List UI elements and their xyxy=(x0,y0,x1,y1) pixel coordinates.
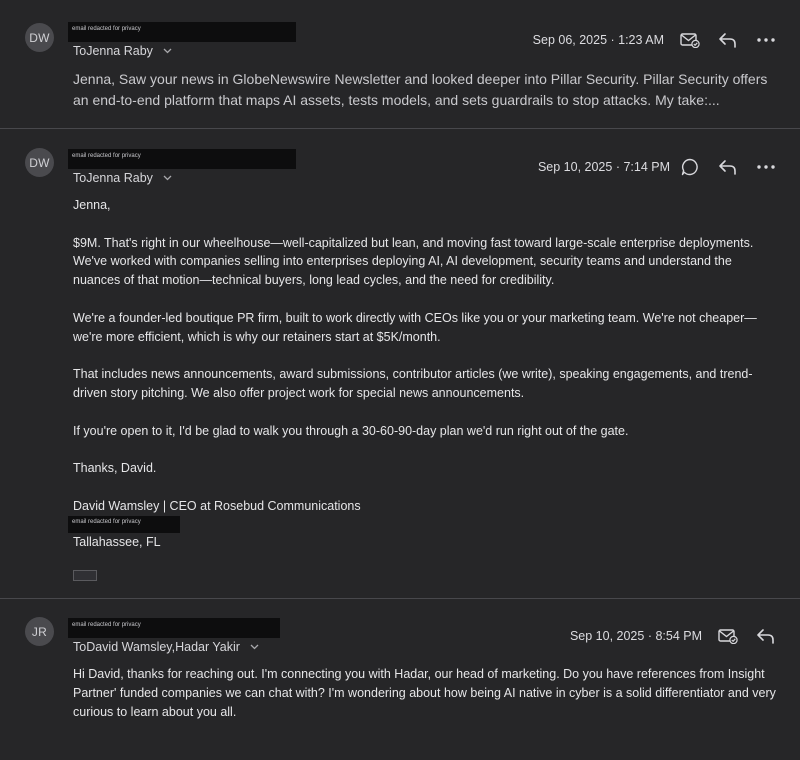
redacted-email: email redacted for privacy xyxy=(68,618,280,638)
body-paragraph: Jenna, xyxy=(73,198,111,212)
to-names: Jenna Raby xyxy=(86,171,153,185)
recipients[interactable]: ToJenna Raby xyxy=(73,44,172,58)
comment-icon[interactable] xyxy=(678,155,702,179)
message-preview[interactable]: Jenna, Saw your news in GlobeNewswire Ne… xyxy=(73,69,785,111)
signature-redacted-email: email redacted for privacy xyxy=(68,516,180,533)
reply-icon[interactable] xyxy=(716,28,740,52)
message-expanded: JR email redacted for privacy ToDavid Wa… xyxy=(0,599,800,760)
recipients[interactable]: ToJenna Raby xyxy=(73,171,172,185)
reply-icon[interactable] xyxy=(716,155,740,179)
message-meta: Sep 06, 2025 · 1:23 AM xyxy=(533,28,778,52)
to-label: To xyxy=(73,171,87,185)
message-collapsed[interactable]: DW email redacted for privacy ToJenna Ra… xyxy=(0,0,800,128)
message-meta: Sep 10, 2025 · 7:14 PM xyxy=(538,155,778,179)
to-label: To xyxy=(73,640,87,654)
mail-check-icon[interactable] xyxy=(678,28,702,52)
body-paragraph: That includes news announcements, award … xyxy=(73,367,753,400)
message-body: Jenna, $9M. That's right in our wheelhou… xyxy=(73,196,782,534)
body-paragraph: If you're open to it, I'd be glad to wal… xyxy=(73,423,629,438)
attachment-placeholder[interactable] xyxy=(73,570,97,581)
body-paragraph: Hi David, thanks for reaching out. I'm c… xyxy=(73,667,776,719)
body-paragraph: Thanks, David. xyxy=(73,461,157,476)
recipients[interactable]: ToDavid Wamsley,Hadar Yakir xyxy=(73,640,259,654)
message-expanded: DW email redacted for privacy ToJenna Ra… xyxy=(0,129,800,598)
more-icon[interactable] xyxy=(754,28,778,52)
body-paragraph: We're a founder-led boutique PR firm, bu… xyxy=(73,310,757,344)
signature-location: Tallahassee, FL xyxy=(73,535,161,549)
redacted-email: email redacted for privacy xyxy=(68,149,296,169)
chevron-down-icon[interactable] xyxy=(250,642,259,652)
avatar: DW xyxy=(25,148,54,177)
message-date: Sep 10, 2025 · 8:54 PM xyxy=(569,629,702,643)
avatar: JR xyxy=(25,617,54,646)
message-meta: Sep 10, 2025 · 8:54 PM xyxy=(570,624,778,648)
redacted-email: email redacted for privacy xyxy=(68,22,296,42)
message-body: Hi David, thanks for reaching out. I'm c… xyxy=(73,665,782,740)
to-names: David Wamsley,Hadar Yakir xyxy=(86,640,240,654)
reply-icon[interactable] xyxy=(754,624,778,648)
message-date: Sep 06, 2025 · 1:23 AM xyxy=(532,33,664,47)
to-label: To xyxy=(73,44,87,58)
signature-name: David Wamsley | CEO at Rosebud Communica… xyxy=(73,498,361,513)
avatar: DW xyxy=(25,23,54,52)
email-thread: DW email redacted for privacy ToJenna Ra… xyxy=(0,0,800,760)
more-icon[interactable] xyxy=(754,155,778,179)
message-date: Sep 10, 2025 · 7:14 PM xyxy=(537,160,670,174)
to-names: Jenna Raby xyxy=(86,44,153,58)
body-paragraph: $9M. That's right in our wheelhouse—well… xyxy=(73,235,754,288)
mail-check-icon[interactable] xyxy=(716,624,740,648)
chevron-down-icon[interactable] xyxy=(163,46,172,56)
chevron-down-icon[interactable] xyxy=(163,173,172,183)
